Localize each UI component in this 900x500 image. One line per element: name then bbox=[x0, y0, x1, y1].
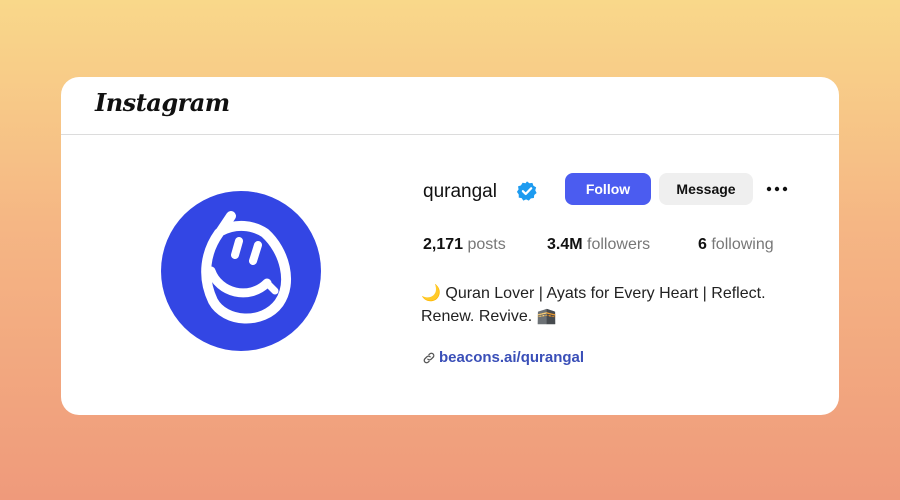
username: qurangal bbox=[423, 181, 497, 202]
bio: 🌙 Quran Lover | Ayats for Every Heart | … bbox=[421, 282, 801, 328]
link-icon bbox=[423, 352, 435, 363]
posts-label: posts bbox=[467, 236, 506, 253]
followers-label: followers bbox=[587, 236, 651, 253]
followers-count: 3.4M bbox=[547, 236, 583, 253]
profile-link[interactable]: beacons.ai/qurangal bbox=[422, 349, 584, 366]
avatar[interactable] bbox=[161, 191, 321, 351]
profile-card: Instagram qurangal Follow Message 2,171 … bbox=[61, 77, 839, 415]
follow-button[interactable]: Follow bbox=[565, 173, 651, 205]
following-count: 6 bbox=[698, 236, 707, 253]
verified-badge-icon bbox=[516, 181, 537, 201]
link-text[interactable]: beacons.ai/qurangal bbox=[439, 349, 584, 366]
bio-line: Renew. Revive. 🕋 bbox=[421, 308, 557, 325]
followers-stat[interactable]: 3.4M followers bbox=[547, 236, 650, 254]
following-stat[interactable]: 6 following bbox=[698, 236, 774, 254]
instagram-logo[interactable]: Instagram bbox=[95, 88, 230, 117]
message-button[interactable]: Message bbox=[659, 173, 753, 205]
posts-stat: 2,171 posts bbox=[423, 236, 506, 254]
bio-line: 🌙 Quran Lover | Ayats for Every Heart | … bbox=[421, 285, 766, 302]
smiley-logo-icon bbox=[201, 211, 291, 324]
more-options-icon[interactable] bbox=[765, 177, 789, 201]
posts-count: 2,171 bbox=[423, 236, 464, 253]
following-label: following bbox=[711, 236, 774, 253]
top-bar: Instagram bbox=[61, 77, 839, 135]
